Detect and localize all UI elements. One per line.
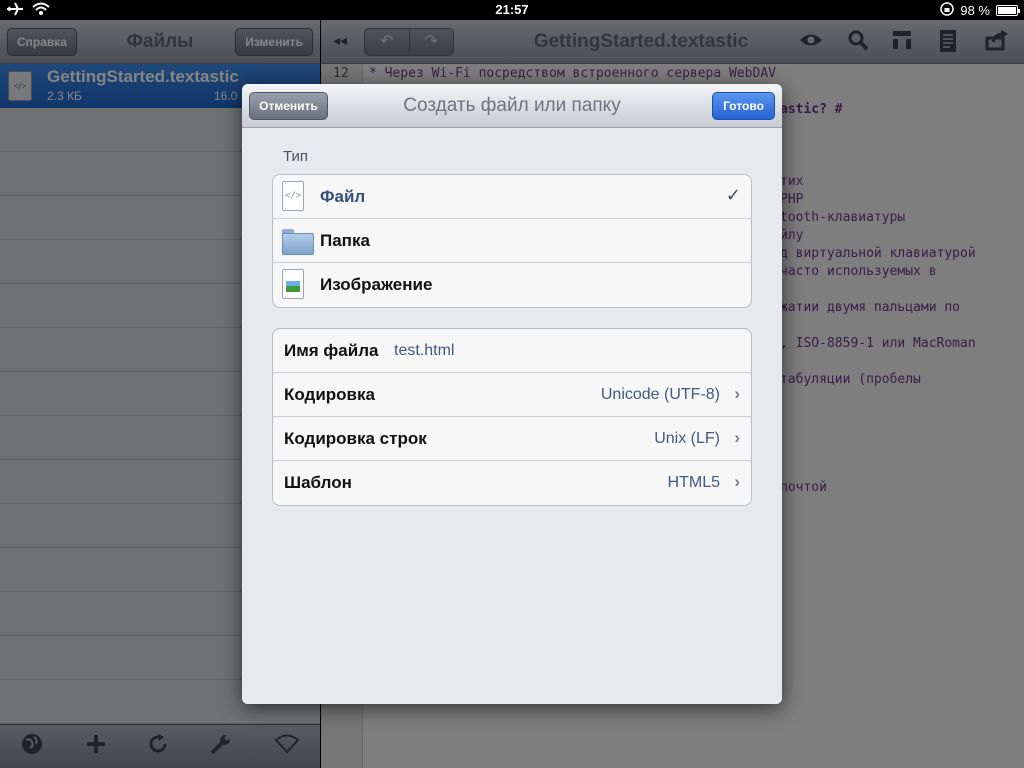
filename-field[interactable]: test.html — [394, 342, 454, 360]
checkmark-icon: ✓ — [725, 185, 741, 205]
dialog-navbar: Отменить Создать файл или папку Готово — [242, 84, 782, 128]
battery-level — [998, 7, 1016, 14]
battery-percent: 98 % — [960, 3, 990, 18]
template-value: HTML5 — [667, 474, 720, 491]
type-option-label: Папка — [320, 231, 370, 250]
type-section-label: Тип — [283, 148, 309, 165]
file-options-group: Имя файла test.html Кодировка Unicode (U… — [272, 328, 752, 506]
filename-label: Имя файла — [284, 341, 379, 360]
type-option-label: Изображение — [320, 275, 433, 294]
type-group: </> Файл ✓ Папка Изображение — [272, 174, 752, 308]
chevron-right-icon: › — [734, 384, 740, 403]
status-time: 21:57 — [495, 2, 529, 17]
dialog-title: Создать файл или папку — [403, 95, 621, 116]
image-icon — [282, 269, 304, 299]
type-option-folder[interactable]: Папка — [273, 219, 751, 263]
type-option-file[interactable]: </> Файл ✓ — [273, 175, 751, 219]
type-option-label: Файл — [320, 187, 366, 206]
chevron-right-icon: › — [734, 428, 740, 447]
encoding-label: Кодировка — [284, 385, 375, 404]
done-button[interactable]: Готово — [712, 92, 775, 120]
chevron-right-icon: › — [734, 472, 740, 491]
line-endings-label: Кодировка строк — [284, 429, 427, 448]
create-file-dialog: Отменить Создать файл или папку Готово Т… — [242, 84, 782, 704]
dialog-body: Тип </> Файл ✓ Папка Изображение Имя фай… — [242, 128, 782, 704]
line-endings-value: Unix (LF) — [654, 430, 720, 447]
template-label: Шаблон — [284, 473, 352, 492]
encoding-value: Unicode (UTF-8) — [600, 386, 720, 403]
file-icon: </> — [282, 181, 304, 211]
battery-icon — [996, 5, 1020, 16]
template-row[interactable]: Шаблон HTML5 › — [273, 461, 751, 505]
encoding-row[interactable]: Кодировка Unicode (UTF-8) › — [273, 373, 751, 417]
orientation-lock-icon — [940, 2, 955, 19]
type-option-image[interactable]: Изображение — [273, 263, 751, 307]
folder-icon — [282, 225, 314, 255]
file-icon-glyph: </> — [282, 181, 304, 211]
status-bar: 21:57 98 % — [0, 0, 1024, 20]
filename-row[interactable]: Имя файла test.html — [273, 329, 751, 373]
line-endings-row[interactable]: Кодировка строк Unix (LF) › — [273, 417, 751, 461]
